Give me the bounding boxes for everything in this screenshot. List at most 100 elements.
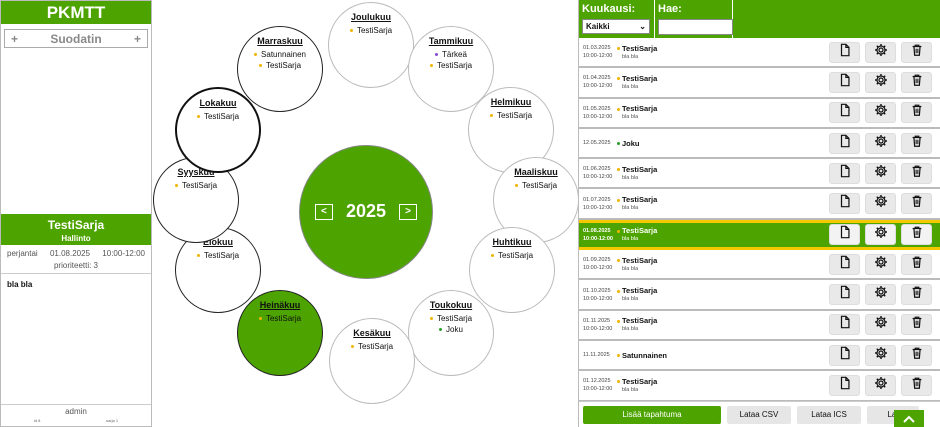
view-event-button[interactable] — [829, 71, 860, 93]
download-csv-button[interactable]: Lataa CSV — [727, 405, 791, 424]
month-circle[interactable]: Joulukuu TestiSarja — [328, 2, 414, 88]
view-event-button[interactable] — [829, 284, 860, 306]
event-row[interactable]: 01.09.2025 10:00-12:00 TestiSarja bla bla — [579, 250, 940, 281]
event-row[interactable]: 01.10.2025 10:00-12:00 TestiSarja bla bla — [579, 280, 940, 311]
view-event-button[interactable] — [829, 162, 860, 184]
search-input[interactable] — [658, 19, 733, 35]
filter-toggle[interactable]: + Suodatin + — [4, 29, 148, 48]
delete-event-button[interactable] — [901, 314, 932, 336]
month-name[interactable]: Tammikuu — [409, 36, 493, 46]
edit-event-button[interactable] — [865, 71, 896, 93]
edit-event-button[interactable] — [865, 41, 896, 63]
scroll-top-button[interactable] — [894, 410, 924, 427]
month-name[interactable]: Joulukuu — [329, 12, 413, 22]
month-event-item[interactable]: TestiSarja — [409, 313, 493, 324]
month-name[interactable]: Toukokuu — [409, 300, 493, 310]
month-event-item[interactable]: TestiSarja — [409, 60, 493, 71]
delete-event-button[interactable] — [901, 253, 932, 275]
download-ics-button[interactable]: Lataa ICS — [797, 405, 861, 424]
trash-icon — [910, 346, 924, 365]
event-row[interactable]: 01.12.2025 10:00-12:00 TestiSarja bla bla — [579, 371, 940, 402]
edit-event-button[interactable] — [865, 224, 896, 246]
event-row-desc: bla bla — [622, 205, 639, 212]
edit-event-button[interactable] — [865, 253, 896, 275]
month-circle[interactable]: Marraskuu Satunnainen TestiSarja — [237, 26, 323, 112]
edit-event-button[interactable] — [865, 284, 896, 306]
event-row[interactable]: 01.05.2025 10:00-12:00 TestiSarja bla bla — [579, 98, 940, 129]
gear-icon — [874, 285, 888, 304]
edit-event-button[interactable] — [865, 344, 896, 366]
month-event-item[interactable]: TestiSarja — [469, 110, 553, 121]
month-select[interactable]: Kaikki ⌄ — [582, 19, 650, 34]
month-event-item[interactable]: TestiSarja — [329, 25, 413, 36]
event-row[interactable]: 11.11.2025 Satunnainen — [579, 340, 940, 372]
delete-event-button[interactable] — [901, 374, 932, 396]
month-circle[interactable]: Kesäkuu TestiSarja — [329, 318, 415, 404]
edit-event-button[interactable] — [865, 162, 896, 184]
view-event-button[interactable] — [829, 314, 860, 336]
edit-event-button[interactable] — [865, 193, 896, 215]
edit-event-button[interactable] — [865, 314, 896, 336]
prev-year-button[interactable]: < — [314, 203, 333, 220]
event-row[interactable]: 01.04.2025 10:00-12:00 TestiSarja bla bla — [579, 68, 940, 99]
delete-event-button[interactable] — [901, 162, 932, 184]
delete-event-button[interactable] — [901, 224, 932, 246]
year-selector: < 2025 > — [299, 145, 433, 279]
month-name[interactable]: Lokakuu — [177, 98, 259, 108]
view-event-button[interactable] — [829, 132, 860, 154]
delete-event-button[interactable] — [901, 284, 932, 306]
edit-event-button[interactable] — [865, 132, 896, 154]
month-event-item[interactable]: Satunnainen — [238, 49, 322, 60]
month-event-item[interactable]: TestiSarja — [238, 60, 322, 71]
month-event-item[interactable]: Tärkeä — [409, 49, 493, 60]
view-event-button[interactable] — [829, 193, 860, 215]
event-row[interactable]: 01.06.2025 10:00-12:00 TestiSarja bla bla — [579, 159, 940, 190]
month-event-item[interactable]: TestiSarja — [177, 111, 259, 122]
month-event-item[interactable]: TestiSarja — [238, 313, 322, 324]
event-date: 01.08.2025 — [49, 249, 91, 258]
trash-icon — [910, 43, 924, 62]
event-row[interactable]: 01.07.2025 10:00-12:00 TestiSarja bla bla — [579, 189, 940, 220]
view-event-button[interactable] — [829, 344, 860, 366]
event-list: 01.03.2025 10:00-12:00 TestiSarja bla bla 01… — [579, 38, 940, 402]
view-event-button[interactable] — [829, 41, 860, 63]
month-circle[interactable]: Lokakuu TestiSarja — [175, 87, 261, 173]
event-row-date: 01.05.2025 — [583, 105, 611, 112]
month-circle[interactable]: Heinäkuu TestiSarja — [237, 290, 323, 376]
event-row-title: TestiSarja — [617, 226, 829, 235]
edit-event-button[interactable] — [865, 102, 896, 124]
delete-event-button[interactable] — [901, 193, 932, 215]
month-name[interactable]: Heinäkuu — [238, 300, 322, 310]
next-year-button[interactable]: > — [399, 203, 418, 220]
month-event-item[interactable]: TestiSarja — [494, 180, 578, 191]
month-name[interactable]: Huhtikuu — [470, 237, 554, 247]
view-event-button[interactable] — [829, 253, 860, 275]
event-row[interactable]: 01.08.2025 10:00-12:00 TestiSarja bla bla — [579, 219, 940, 251]
add-event-button[interactable]: Lisää tapahtuma — [583, 405, 721, 424]
view-event-button[interactable] — [829, 102, 860, 124]
event-row[interactable]: 12.05.2025 Joku — [579, 128, 940, 160]
gear-icon — [874, 346, 888, 365]
view-event-button[interactable] — [829, 224, 860, 246]
view-event-button[interactable] — [829, 374, 860, 396]
month-event-list: Tärkeä TestiSarja — [409, 49, 493, 71]
month-event-item[interactable]: TestiSarja — [176, 250, 260, 261]
month-event-item[interactable]: TestiSarja — [154, 180, 238, 191]
delete-event-button[interactable] — [901, 102, 932, 124]
month-name[interactable]: Marraskuu — [238, 36, 322, 46]
delete-event-button[interactable] — [901, 344, 932, 366]
delete-event-button[interactable] — [901, 41, 932, 63]
event-row[interactable]: 01.03.2025 10:00-12:00 TestiSarja bla bla — [579, 38, 940, 69]
month-event-item[interactable]: TestiSarja — [470, 250, 554, 261]
delete-event-button[interactable] — [901, 132, 932, 154]
month-name[interactable]: Kesäkuu — [330, 328, 414, 338]
month-event-item[interactable]: TestiSarja — [330, 341, 414, 352]
delete-event-button[interactable] — [901, 71, 932, 93]
bullet-icon — [617, 142, 620, 146]
month-name[interactable]: Maaliskuu — [494, 167, 578, 177]
edit-event-button[interactable] — [865, 374, 896, 396]
month-name[interactable]: Helmikuu — [469, 97, 553, 107]
month-circle[interactable]: Toukokuu TestiSarja Joku — [408, 290, 494, 376]
month-event-item[interactable]: Joku — [409, 324, 493, 335]
event-row[interactable]: 01.11.2025 10:00-12:00 TestiSarja bla bla — [579, 310, 940, 341]
